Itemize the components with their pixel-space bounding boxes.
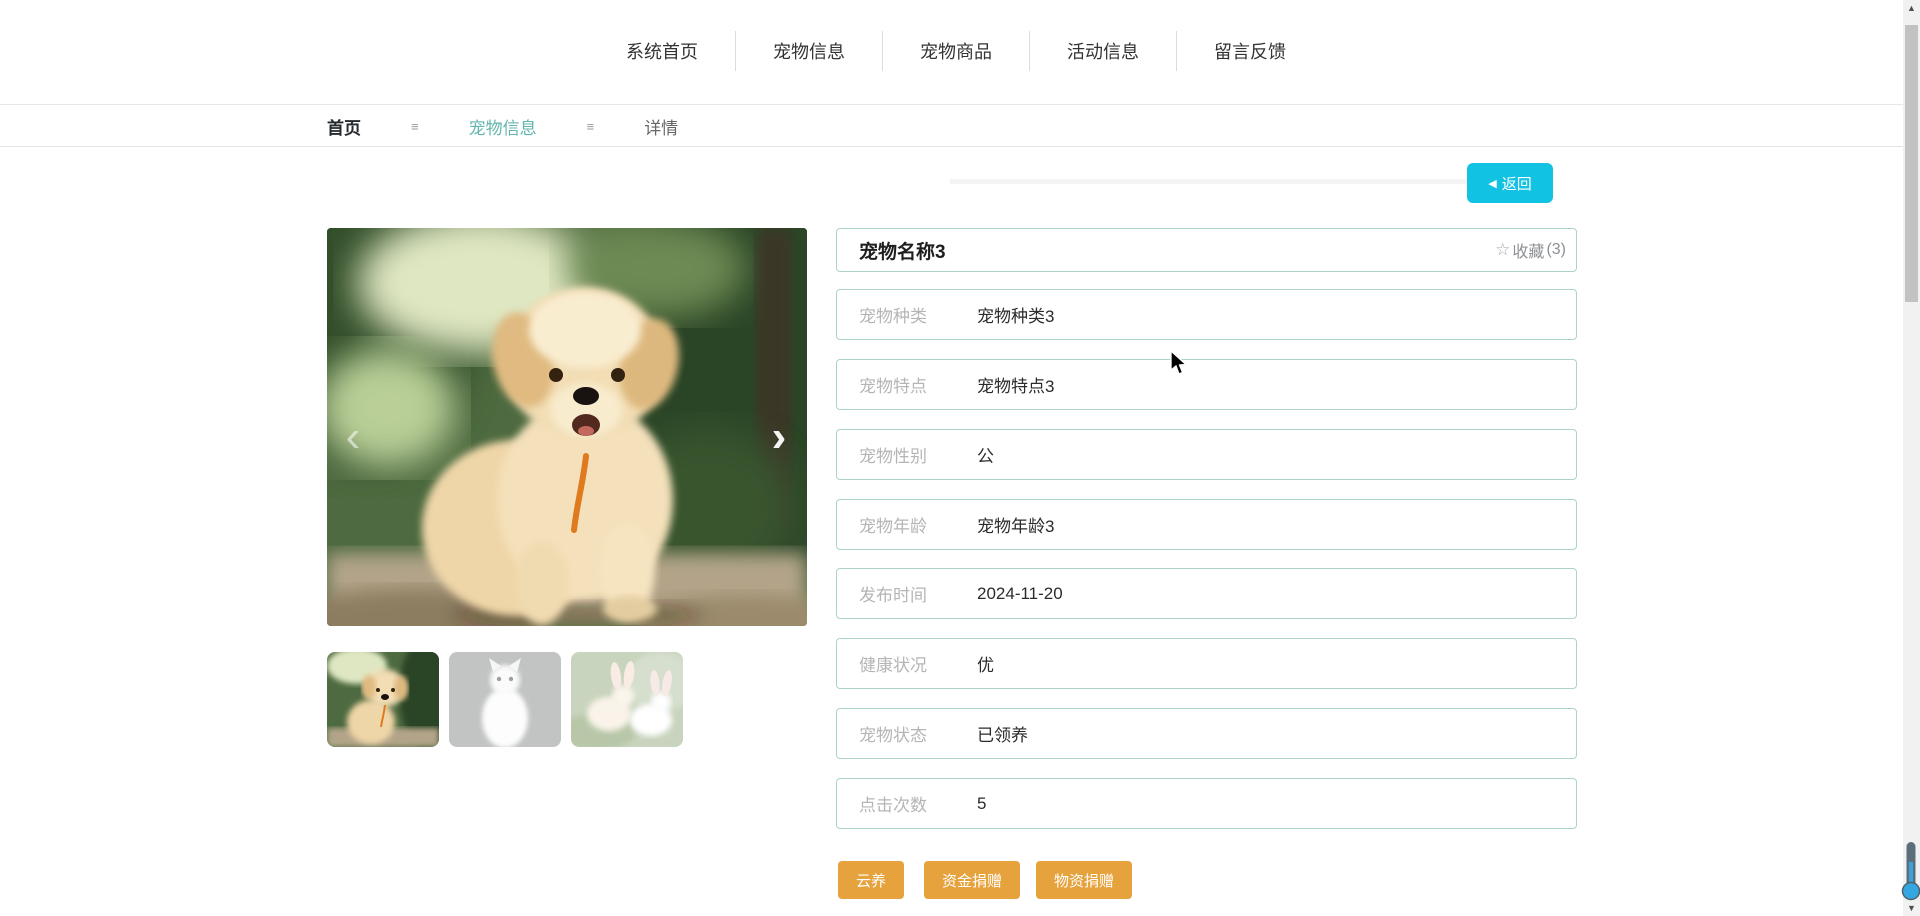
field-value: 优 bbox=[977, 656, 994, 675]
thumbnail-dog[interactable] bbox=[327, 652, 439, 747]
fund-donation-button[interactable]: 资金捐赠 bbox=[924, 861, 1021, 899]
thumbnail-rabbits[interactable] bbox=[571, 652, 683, 747]
thumbnail-cat[interactable] bbox=[449, 652, 561, 747]
field-label: 宠物性别 bbox=[859, 447, 927, 466]
field-label: 发布时间 bbox=[859, 586, 927, 605]
nav-item-feedback[interactable]: 留言反馈 bbox=[1177, 38, 1323, 64]
breadcrumb-home-link[interactable]: 首页 bbox=[327, 114, 361, 139]
detail-row-publish-date: 发布时间 2024-11-20 bbox=[836, 568, 1577, 619]
field-label: 宠物特点 bbox=[859, 377, 927, 396]
cat-thumbnail-image bbox=[449, 652, 561, 747]
nav-item-pet-products[interactable]: 宠物商品 bbox=[883, 38, 1029, 64]
field-value: 宠物特点3 bbox=[977, 377, 1055, 396]
back-button[interactable]: ◀ 返回 bbox=[1467, 163, 1553, 203]
pet-photo-carousel: ‹ › bbox=[327, 228, 807, 626]
field-label: 宠物种类 bbox=[859, 307, 927, 326]
detail-row-traits: 宠物特点 宠物特点3 bbox=[836, 359, 1577, 410]
detail-row-gender: 宠物性别 公 bbox=[836, 429, 1577, 480]
field-value: 已领养 bbox=[977, 726, 1028, 745]
favorite-label: 收藏 bbox=[1512, 244, 1545, 261]
detail-row-clicks: 点击次数 5 bbox=[836, 778, 1577, 829]
detail-row-age: 宠物年龄 宠物年龄3 bbox=[836, 499, 1577, 550]
thumbnail-strip bbox=[327, 652, 683, 747]
material-donation-button[interactable]: 物资捐赠 bbox=[1036, 861, 1133, 899]
favorite-button[interactable]: ☆ 收藏 (3) bbox=[1495, 238, 1566, 262]
nav-menu: 系统首页 宠物信息 宠物商品 活动信息 留言反馈 bbox=[589, 22, 1323, 80]
star-icon: ☆ bbox=[1495, 240, 1511, 259]
cloud-care-button[interactable]: 云养 bbox=[838, 861, 905, 899]
back-arrow-icon: ◀ bbox=[1488, 177, 1497, 190]
breadcrumb-separator-icon: ≡ bbox=[411, 119, 419, 134]
scrollbar-down-icon[interactable]: ▼ bbox=[1903, 900, 1920, 916]
detail-row-status: 宠物状态 已领养 bbox=[836, 708, 1577, 759]
field-label: 宠物状态 bbox=[859, 726, 927, 745]
breadcrumb-pet-info-link[interactable]: 宠物信息 bbox=[469, 114, 537, 139]
field-value: 2024-11-20 bbox=[977, 583, 1063, 603]
dog-thumbnail-image bbox=[327, 652, 439, 747]
field-label: 宠物年龄 bbox=[859, 517, 927, 536]
breadcrumb-separator-icon: ≡ bbox=[586, 119, 595, 134]
carousel-next-button[interactable]: › bbox=[761, 414, 797, 460]
breadcrumb-bar: 首页 ≡ 宠物信息 ≡ 详情 bbox=[0, 106, 1903, 147]
field-label: 健康状况 bbox=[859, 656, 927, 675]
scrollbar-thumb[interactable] bbox=[1905, 25, 1918, 302]
carousel-prev-button[interactable]: ‹ bbox=[335, 414, 371, 460]
pet-name-title: 宠物名称3 bbox=[859, 241, 946, 263]
field-value: 宠物种类3 bbox=[977, 307, 1055, 326]
nav-item-pet-info[interactable]: 宠物信息 bbox=[736, 38, 882, 64]
back-button-label: 返回 bbox=[1501, 175, 1532, 193]
detail-row-health: 健康状况 优 bbox=[836, 638, 1577, 689]
breadcrumb-current-page: 详情 bbox=[644, 119, 679, 138]
rabbits-thumbnail-image bbox=[571, 652, 683, 747]
scrollbar-up-icon[interactable]: ▲ bbox=[1903, 0, 1920, 16]
panel-top-shadow bbox=[950, 179, 1467, 184]
field-value: 5 bbox=[977, 793, 987, 813]
vertical-scrollbar[interactable]: ▲ ▼ bbox=[1903, 0, 1920, 916]
top-navigation-bar: 系统首页 宠物信息 宠物商品 活动信息 留言反馈 bbox=[0, 0, 1903, 105]
action-buttons: 云养 资金捐赠 物资捐赠 bbox=[838, 861, 1133, 899]
thermometer-scroll-indicator-icon bbox=[1901, 842, 1920, 901]
nav-item-activity-info[interactable]: 活动信息 bbox=[1030, 38, 1176, 64]
pet-name-row: 宠物名称3 ☆ 收藏 (3) bbox=[836, 228, 1577, 272]
nav-item-system-home[interactable]: 系统首页 bbox=[589, 38, 735, 64]
field-value: 公 bbox=[977, 447, 994, 466]
field-value: 宠物年龄3 bbox=[977, 517, 1055, 536]
favorite-count: (3) bbox=[1546, 241, 1566, 258]
pet-photo-dog bbox=[327, 228, 807, 626]
detail-row-species: 宠物种类 宠物种类3 bbox=[836, 289, 1577, 340]
breadcrumb: 首页 ≡ 宠物信息 ≡ 详情 bbox=[327, 106, 678, 147]
field-label: 点击次数 bbox=[859, 796, 927, 815]
